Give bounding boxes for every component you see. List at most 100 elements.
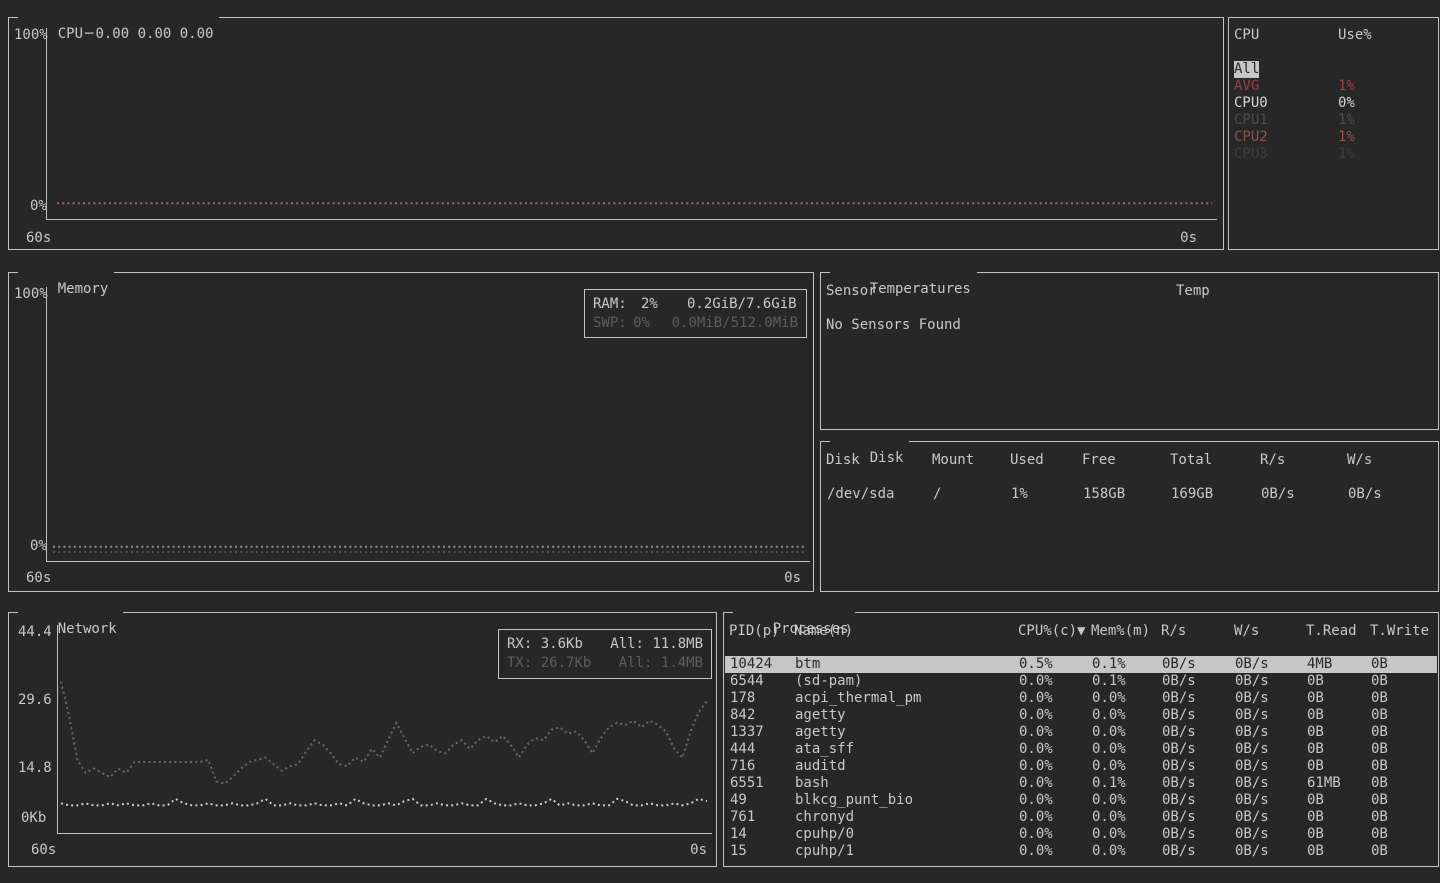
process-row[interactable]: 716auditd0.0%0.0%0B/s0B/s0B0B [725,758,1437,775]
process-row-cell: 49 [730,792,747,809]
process-row-cell: auditd [795,758,846,775]
network-legend-box: RX: 3.6Kb All: 11.8MB TX: 26.7Kb All: 1.… [498,629,712,679]
cpu-x-left-label: 60s [26,230,51,247]
memory-legend-swap-row: SWP: 0% 0.0MiB/512.0MiB [593,314,798,333]
swap-value: 0.0MiB/512.0MiB [672,315,798,332]
ram-percent: 2% [641,296,687,313]
process-row[interactable]: 1337agetty0.0%0.0%0B/s0B/s0B0B [725,724,1437,741]
network-y-label-2: 14.8 [18,760,52,777]
process-col-4[interactable]: Mem%(m) [1091,623,1150,640]
process-row-cell: bash [795,775,829,792]
process-row-cell: 0.0% [1019,826,1053,843]
process-row-cell: 0.0% [1019,758,1053,775]
network-y-label-3: 0Kb [21,810,46,827]
process-row-cell: 0.0% [1019,741,1053,758]
process-row-cell: 0B/s [1235,809,1269,826]
cpu-legend-name: CPU1 [1234,112,1268,129]
process-row-cell: 0.0% [1019,792,1053,809]
network-legend-tx-row: TX: 26.7Kb All: 1.4MB [507,654,703,673]
memory-y-max-label: 100% [14,286,48,303]
swap-percent: 0% [633,315,671,332]
process-row-cell: 0B/s [1235,792,1269,809]
cpu-legend-col-cpu: CPU [1234,27,1259,44]
process-row[interactable]: 14cpuhp/00.0%0.0%0B/s0B/s0B0B [725,826,1437,843]
rx-all-value: 11.8MB [652,636,703,652]
process-row-cell: 0.0% [1092,826,1126,843]
process-row-cell: 0B [1307,690,1324,707]
disk-col-4: Free [1082,452,1116,469]
process-row-cell: 0B/s [1235,690,1269,707]
disk-row-cell: 158GB [1083,486,1125,503]
cpu-legend-col-use: Use% [1338,27,1372,44]
process-row-cell: 0B [1307,673,1324,690]
cpu-y-min-label: 0% [30,198,47,215]
process-row-cell: 0B [1371,690,1388,707]
process-row-cell: 0B/s [1162,843,1196,860]
cpu-legend-row-cpu2[interactable]: CPU21% [1229,129,1438,146]
disk-col-7: W/s [1347,452,1372,469]
swap-label: SWP: [593,315,633,332]
process-row[interactable]: 49blkcg_punt_bio0.0%0.0%0B/s0B/s0B0B [725,792,1437,809]
process-row[interactable]: 15cpuhp/10.0%0.0%0B/s0B/s0B0B [725,843,1437,860]
disk-row-cell: 0B/s [1348,486,1382,503]
cpu-legend-use: 1% [1338,78,1355,95]
cpu-legend-row-all[interactable]: All [1229,61,1438,78]
process-col-1[interactable]: PID(p) [729,623,780,640]
temperatures-panel: Temperatures Sensor Temp No Sensors Foun… [820,272,1439,430]
disk-row[interactable]: /dev/sda/1%158GB169GB0B/s0B/s [822,486,1437,503]
process-row-cell: 0B/s [1162,707,1196,724]
process-col-7[interactable]: T.Read [1306,623,1357,640]
memory-panel: Memory 100% 0% 60s 0s RAM: 2% 0.2GiB/7.6… [8,272,814,592]
process-row-cell: 0.0% [1019,775,1053,792]
process-row[interactable]: 6544(sd-pam)0.0%0.1%0B/s0B/s0B0B [725,673,1437,690]
cpu-legend-header: CPU Use% [1229,27,1438,44]
process-row[interactable]: 178acpi_thermal_pm0.0%0.0%0B/s0B/s0B0B [725,690,1437,707]
process-row-cell: 0.0% [1092,724,1126,741]
ram-label: RAM: [593,296,641,313]
process-row-cell: 0B [1371,741,1388,758]
rx-all-label: All: [610,636,644,652]
process-col-5[interactable]: R/s [1161,623,1186,640]
process-row[interactable]: 6551bash0.0%0.1%0B/s0B/s61MB0B [725,775,1437,792]
process-row[interactable]: 10424btm0.5%0.1%0B/s0B/s4MB0B [725,656,1437,673]
tx-group: TX: 26.7Kb [507,655,591,672]
process-row-cell: chronyd [795,809,854,826]
cpu-legend-name: CPU3 [1234,146,1268,163]
process-row-cell: 0B [1307,843,1324,860]
process-row[interactable]: 842agetty0.0%0.0%0B/s0B/s0B0B [725,707,1437,724]
process-row-cell: 0B [1307,758,1324,775]
cpu-chart-panel: CPU─0.00 0.00 0.00 100% 0% 60s 0s [8,17,1224,250]
process-row[interactable]: 761chronyd0.0%0.0%0B/s0B/s0B0B [725,809,1437,826]
process-col-8[interactable]: T.Write [1370,623,1429,640]
ram-value: 0.2GiB/7.6GiB [687,296,797,313]
rx-all-group: All: 11.8MB [610,636,703,653]
cpu-legend-use: 1% [1338,129,1355,146]
process-row-cell: 0.0% [1019,843,1053,860]
disk-col-3: Used [1010,452,1044,469]
process-row-cell: 0.0% [1092,741,1126,758]
process-row-cell: 6551 [730,775,764,792]
disk-col-1: Disk [826,452,860,469]
process-row-cell: 716 [730,758,755,775]
process-row-cell: 0B/s [1162,775,1196,792]
cpu-legend-row-cpu0[interactable]: CPU00% [1229,95,1438,112]
disk-row-cell: 0B/s [1261,486,1295,503]
cpu-legend-name: CPU0 [1234,95,1268,112]
cpu-legend-row-cpu3[interactable]: CPU31% [1229,146,1438,163]
btm-system-monitor: { "colors": { "bg": "#272727", "fg": "#c… [0,0,1440,883]
disk-row-cell: 169GB [1171,486,1213,503]
process-row-cell: 0B [1307,741,1324,758]
process-col-6[interactable]: W/s [1234,623,1259,640]
cpu-legend-name: AVG [1234,78,1259,95]
process-col-3[interactable]: CPU%(c)▼ [1018,623,1085,640]
process-row-cell: 10424 [730,656,772,673]
process-col-2[interactable]: Name(n) [794,623,853,640]
cpu-legend-row-avg[interactable]: AVG 1% [1229,78,1438,95]
network-panel: Network 44.4 29.6 14.8 0Kb 60s 0s RX: 3.… [8,612,717,867]
process-row-cell: 0.0% [1019,724,1053,741]
cpu-legend-row-cpu1[interactable]: CPU11% [1229,112,1438,129]
process-row-cell: 0B/s [1162,826,1196,843]
process-row-cell: 0.0% [1019,690,1053,707]
process-row[interactable]: 444ata_sff0.0%0.0%0B/s0B/s0B0B [725,741,1437,758]
process-row-cell: 842 [730,707,755,724]
